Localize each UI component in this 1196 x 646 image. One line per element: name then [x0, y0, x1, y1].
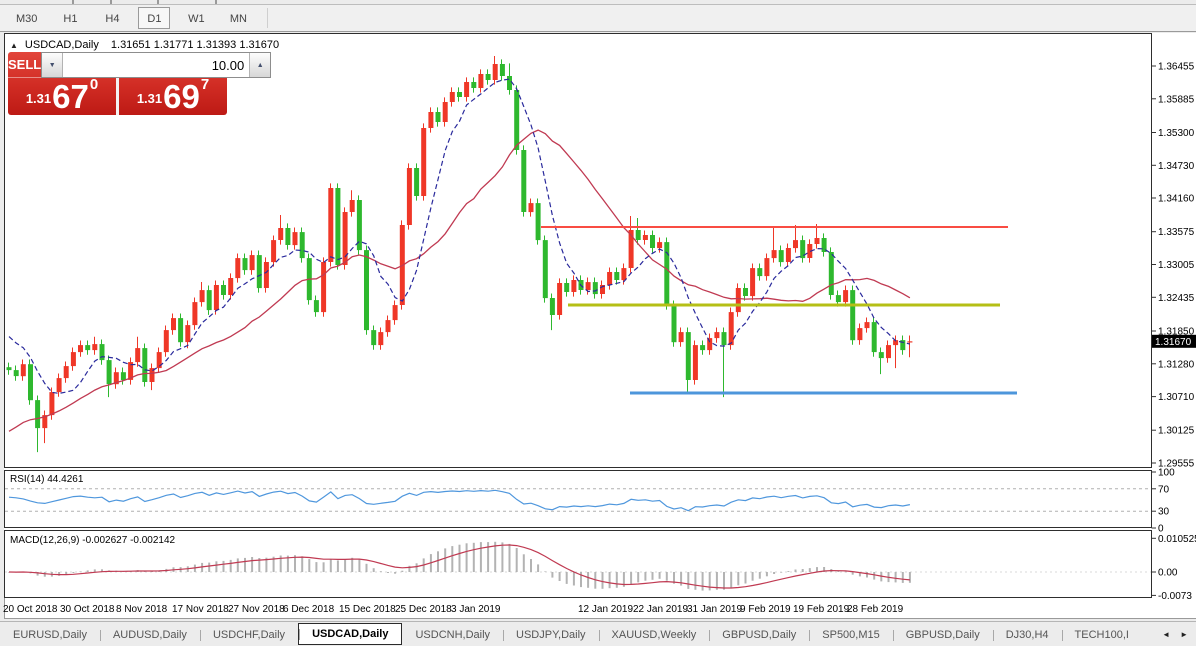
triangle-down-icon: ▼: [48, 61, 56, 69]
tab-eurusd-daily[interactable]: EURUSD,Daily: [0, 625, 100, 646]
tab-tech100[interactable]: TECH100,I: [1061, 625, 1142, 646]
svg-text:27 Nov 2018: 27 Nov 2018: [228, 604, 285, 615]
chart-ohlc-values: 1.31651 1.31771 1.31393 1.31670: [110, 39, 280, 51]
sell-price-main: 67: [52, 78, 89, 115]
tab-usdcnh-daily[interactable]: USDCNH,Daily: [402, 625, 503, 646]
svg-text:1.36455: 1.36455: [1158, 62, 1195, 73]
tab-scroll-arrows: ◄ ►: [1157, 622, 1193, 646]
svg-text:1.30710: 1.30710: [1158, 392, 1195, 403]
buy-button[interactable]: BUY: [271, 52, 299, 78]
volume-increase-button[interactable]: ▲: [249, 53, 271, 77]
sell-price-superscript: 0: [89, 76, 99, 93]
svg-text:31 Jan 2019: 31 Jan 2019: [687, 604, 742, 615]
triangle-up-icon: ▲: [256, 61, 264, 69]
svg-text:12 Jan 2019: 12 Jan 2019: [578, 604, 633, 615]
svg-text:70: 70: [1158, 484, 1170, 495]
svg-text:0.010525: 0.010525: [1158, 534, 1196, 545]
svg-text:9 Feb 2019: 9 Feb 2019: [740, 604, 791, 615]
tab-audusd-daily[interactable]: AUDUSD,Daily: [99, 625, 200, 646]
time-axis: 20 Oct 2018 30 Oct 2018 8 Nov 2018 17 Nov 2…: [3, 604, 904, 615]
svg-text:1.31670: 1.31670: [1155, 337, 1192, 348]
collapse-panel-icon[interactable]: ▲: [10, 41, 18, 50]
chart-tabs-bar: EURUSD,Daily AUDUSD,Daily USDCHF,Daily U…: [0, 621, 1196, 646]
svg-text:1.33005: 1.33005: [1158, 260, 1195, 271]
tab-usdcad-daily[interactable]: USDCAD,Daily: [298, 623, 403, 645]
svg-text:1.30125: 1.30125: [1158, 426, 1195, 437]
chart-title-bar: ▲ USDCAD,Daily 1.31651 1.31771 1.31393 1…: [10, 38, 279, 52]
svg-text:28 Feb 2019: 28 Feb 2019: [847, 604, 904, 615]
sell-price-prefix: 1.31: [25, 91, 52, 106]
svg-text:17 Nov 2018: 17 Nov 2018: [172, 604, 229, 615]
svg-text:20 Oct 2018: 20 Oct 2018: [3, 604, 58, 615]
chart-symbol-title: USDCAD,Daily: [24, 39, 99, 51]
svg-text:19 Feb 2019: 19 Feb 2019: [793, 604, 850, 615]
rsi-label: RSI(14) 44.4261: [10, 474, 84, 485]
volume-decrease-button[interactable]: ▼: [42, 53, 64, 77]
svg-text:30: 30: [1158, 507, 1170, 518]
buy-price-display[interactable]: 1.31 69 7: [119, 76, 227, 115]
svg-text:-0.0073: -0.0073: [1158, 591, 1192, 602]
current-price-tag: 1.31670: [1152, 334, 1196, 348]
sell-price-display[interactable]: 1.31 67 0: [8, 76, 119, 115]
svg-text:100: 100: [1158, 468, 1175, 479]
svg-text:0.00: 0.00: [1158, 568, 1178, 579]
svg-text:RSI(14) 44.4261: RSI(14) 44.4261: [10, 474, 84, 485]
volume-input[interactable]: [63, 53, 250, 77]
svg-text:1.33575: 1.33575: [1158, 227, 1195, 238]
buy-price-main: 69: [163, 78, 200, 115]
svg-text:15 Dec 2018: 15 Dec 2018: [339, 604, 396, 615]
tab-scroll-right-icon[interactable]: ►: [1175, 630, 1193, 639]
svg-text:1.31280: 1.31280: [1158, 359, 1195, 370]
svg-text:1.34160: 1.34160: [1158, 194, 1195, 205]
svg-text:1.32435: 1.32435: [1158, 293, 1195, 304]
tab-gbpusd-daily-2[interactable]: GBPUSD,Daily: [892, 625, 993, 646]
tab-dj30-h4[interactable]: DJ30,H4: [992, 625, 1062, 646]
svg-text:MACD(12,26,9) -0.002627 -0.002: MACD(12,26,9) -0.002627 -0.002142: [10, 535, 176, 546]
buy-price-superscript: 7: [200, 76, 210, 93]
svg-text:6 Dec 2018: 6 Dec 2018: [283, 604, 335, 615]
svg-text:3 Jan 2019: 3 Jan 2019: [451, 604, 501, 615]
svg-text:8 Nov 2018: 8 Nov 2018: [116, 604, 168, 615]
buy-price-prefix: 1.31: [136, 91, 163, 106]
one-click-trading-panel: SELL ▼ ▲ BUY 1.31670 1.31697: [8, 52, 299, 115]
svg-text:1.35300: 1.35300: [1158, 128, 1195, 139]
svg-text:25 Dec 2018: 25 Dec 2018: [395, 604, 452, 615]
sell-button[interactable]: SELL: [8, 52, 42, 78]
volume-stepper: ▼ ▲: [41, 52, 272, 78]
tab-usdchf-daily[interactable]: USDCHF,Daily: [199, 625, 298, 646]
tab-scroll-left-icon[interactable]: ◄: [1157, 630, 1175, 639]
tab-xauusd-weekly[interactable]: XAUUSD,Weekly: [598, 625, 710, 646]
macd-label: MACD(12,26,9) -0.002627 -0.002142: [10, 535, 176, 546]
svg-text:30 Oct 2018: 30 Oct 2018: [60, 604, 115, 615]
tab-sp500-m15[interactable]: SP500,M15: [809, 625, 892, 646]
tab-usdjpy-daily[interactable]: USDJPY,Daily: [503, 625, 599, 646]
svg-text:1.34730: 1.34730: [1158, 161, 1195, 172]
svg-text:22 Jan 2019: 22 Jan 2019: [633, 604, 688, 615]
tab-gbpusd-daily[interactable]: GBPUSD,Daily: [709, 625, 809, 646]
svg-text:1.35885: 1.35885: [1158, 94, 1195, 105]
